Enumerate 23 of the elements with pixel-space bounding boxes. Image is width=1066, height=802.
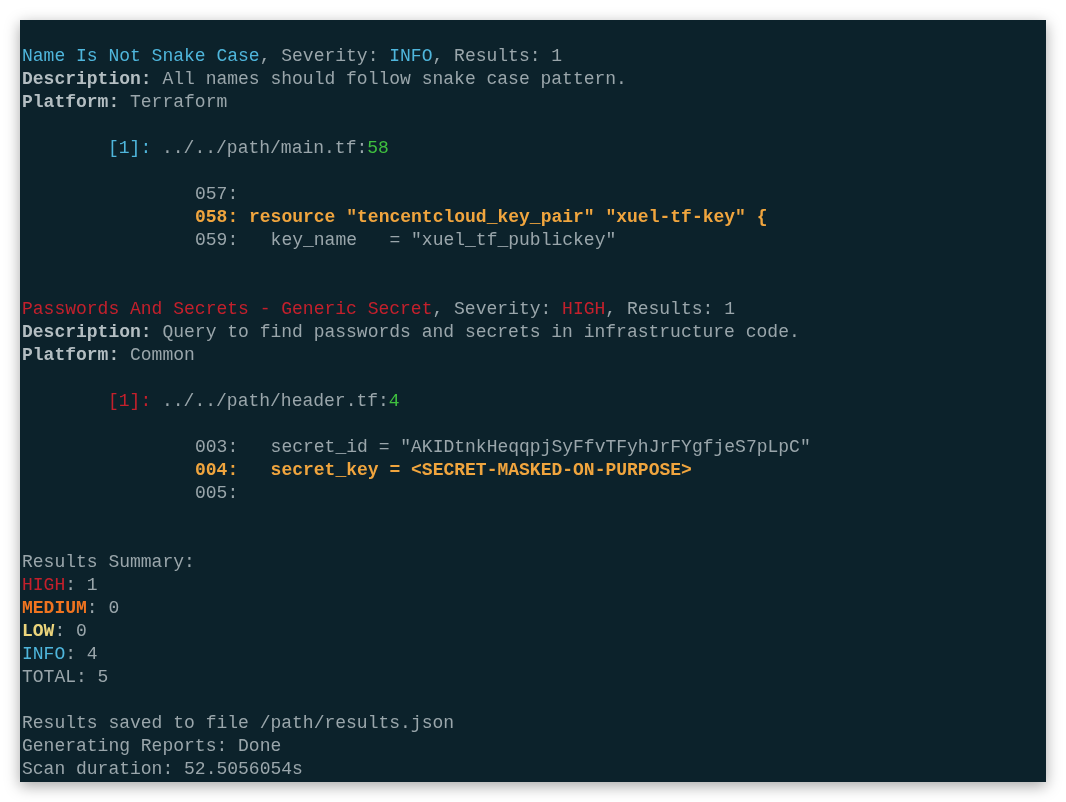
terminal-line: Passwords And Secrets - Generic Secret, Severity: HIGH, Results: 1 <box>22 298 735 321</box>
code-line: 058: resource "tencentcloud_key_pair" "xuel-tf-key" { <box>195 206 768 229</box>
terminal-line: MEDIUM: 0 <box>22 597 120 620</box>
terminal-line: Results saved to file /path/results.json <box>22 712 455 735</box>
code-line: 059: key_name = "xuel_tf_publickey" <box>195 229 617 252</box>
code-line: 005: <box>195 482 239 505</box>
terminal-line: Description: All names should follow snake case pattern. <box>22 68 627 91</box>
terminal-line: TOTAL: 5 <box>22 666 109 689</box>
terminal-line: LOW: 0 <box>22 620 87 643</box>
terminal-line: Description: Query to find passwords and secrets in infrastructure code. <box>22 321 800 344</box>
terminal-line: [1]: ../../path/header.tf:4 <box>108 390 400 413</box>
terminal-line: Name Is Not Snake Case, Severity: INFO, Results: 1 <box>22 45 563 68</box>
terminal-line: [1]: ../../path/main.tf:58 <box>108 137 389 160</box>
terminal-line: Generating Reports: Done <box>22 735 282 758</box>
terminal-line: Scan duration: 52.5056054s <box>22 758 303 781</box>
terminal-line: HIGH: 1 <box>22 574 98 597</box>
code-line: 004: secret_key = <SECRET-MASKED-ON-PURPOSE> <box>195 459 692 482</box>
terminal-line: Results Summary: <box>22 551 195 574</box>
terminal-line: INFO: 4 <box>22 643 98 666</box>
code-line: 003: secret_id = "AKIDtnkHeqqpjSyFfvTFyhJrFYgfjeS7pLpC" <box>195 436 811 459</box>
code-line: 057: <box>195 183 239 206</box>
terminal-line: Platform: Terraform <box>22 91 228 114</box>
terminal-line: Platform: Common <box>22 344 195 367</box>
